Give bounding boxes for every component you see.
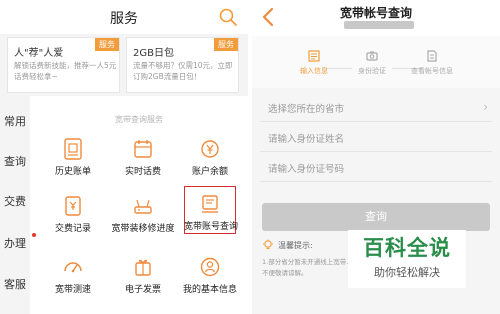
- step-identity-verify: 身份验证: [342, 50, 402, 76]
- tile-realtime-charges[interactable]: 实时话费: [112, 136, 174, 182]
- section-label: 宽带查询服务: [115, 115, 163, 124]
- step-label: 查看帐号信息: [411, 67, 453, 75]
- tile-broadband-account-query[interactable]: 宽带账号查询: [184, 186, 238, 234]
- gift-invoice-icon: [135, 259, 151, 276]
- tile-account-balance[interactable]: 账户余额: [179, 136, 241, 182]
- step-label: 输入信息: [300, 67, 328, 75]
- tile-broadband-progress[interactable]: 宽带装移修进度: [111, 193, 175, 239]
- tile-history-bill[interactable]: 历史账单: [42, 136, 104, 182]
- query-header: 宽带帐号查询: [252, 0, 500, 36]
- field-placeholder: 选择您所在的省市: [268, 104, 345, 115]
- page-title: 服务: [110, 11, 138, 27]
- sidebar-item-query[interactable]: 查询: [0, 153, 30, 173]
- tile-label: 账户余额: [191, 167, 228, 177]
- watermark-sub-text: 助你轻松解决: [374, 266, 440, 279]
- service-header: 服务: [0, 0, 248, 34]
- lightbulb-icon: [263, 239, 273, 250]
- service-panel: 服务 人"荐"人爱 解锁话费新技能，推荐一人5元话费轻松拿~ 服务 2GB日包 …: [0, 0, 248, 314]
- promo-tag: 服务: [214, 38, 238, 51]
- step-input-info: 输入信息: [284, 50, 344, 76]
- id-number-input[interactable]: 请输入身份证号码: [260, 154, 492, 182]
- promo-card-data-pack[interactable]: 2GB日包 流量不够用？仅需10元，立即订购2GB流量日包！ 服务: [126, 37, 239, 93]
- step-label: 身份验证: [358, 67, 386, 75]
- promo-desc: 解锁话费新技能，推荐一人5元话费轻松拿~: [14, 61, 117, 81]
- search-icon[interactable]: [218, 7, 238, 27]
- watermark-main-text: 百科全说: [363, 236, 451, 260]
- sidebar-item-customer-service[interactable]: 客服: [0, 276, 30, 296]
- watermark-logo: 百科全说 助你轻松解决: [348, 230, 466, 288]
- camera-icon: [366, 51, 378, 61]
- document-icon: [427, 50, 437, 62]
- masked-phone-number: [344, 21, 414, 29]
- chevron-right-icon: ›: [483, 100, 488, 114]
- promo-desc: 流量不够用？仅需10元，立即订购2GB流量日包！: [133, 61, 233, 81]
- tile-label: 我的基本信息: [182, 285, 237, 295]
- tile-broadband-speedtest[interactable]: 宽带测速: [42, 254, 104, 300]
- id-name-input[interactable]: 请输入身份证姓名: [260, 124, 492, 152]
- sidebar-item-common[interactable]: 常用: [0, 113, 30, 133]
- page-title: 宽带帐号查询: [339, 6, 412, 20]
- promo-title: 2GB日包: [133, 48, 174, 59]
- tile-e-invoice[interactable]: 电子发票: [112, 254, 174, 300]
- query-button[interactable]: 查询: [262, 203, 490, 231]
- promo-strip: 人"荐"人爱 解锁话费新技能，推荐一人5元话费轻松拿~ 服务 2GB日包 流量不…: [0, 34, 248, 96]
- user-info-icon: [200, 257, 220, 277]
- sidebar-item-payment[interactable]: 交费: [0, 193, 30, 213]
- progress-steps: 输入信息 身份验证 查看帐号信息: [252, 36, 500, 88]
- tip-title: 温馨提示:: [278, 241, 313, 250]
- yen-coin-icon: [201, 140, 219, 158]
- bill-icon: [64, 138, 82, 160]
- sidebar-item-handle[interactable]: 办理: [0, 235, 30, 255]
- field-placeholder: 请输入身份证姓名: [268, 134, 345, 145]
- promo-title: 人"荐"人爱: [14, 48, 64, 59]
- step-view-account: 查看帐号信息: [402, 50, 462, 76]
- tile-payment-records[interactable]: 交费记录: [42, 193, 104, 239]
- list-icon: [308, 50, 320, 62]
- account-card-icon: [202, 195, 218, 213]
- promo-tag: 服务: [95, 38, 119, 51]
- field-placeholder: 请输入身份证号码: [268, 164, 345, 175]
- calendar-icon: [134, 140, 152, 158]
- promo-card-referral[interactable]: 人"荐"人爱 解锁话费新技能，推荐一人5元话费轻松拿~ 服务: [7, 37, 120, 93]
- category-sidebar: 常用 查询 交费 办理 客服: [0, 96, 30, 314]
- router-icon: [134, 199, 152, 214]
- province-city-select[interactable]: 选择您所在的省市 ›: [260, 94, 492, 122]
- tile-my-basic-info[interactable]: 我的基本信息: [179, 254, 241, 300]
- payment-record-icon: [65, 196, 81, 216]
- tile-label: 宽带账号查询: [183, 222, 238, 232]
- speedometer-icon: [64, 262, 82, 273]
